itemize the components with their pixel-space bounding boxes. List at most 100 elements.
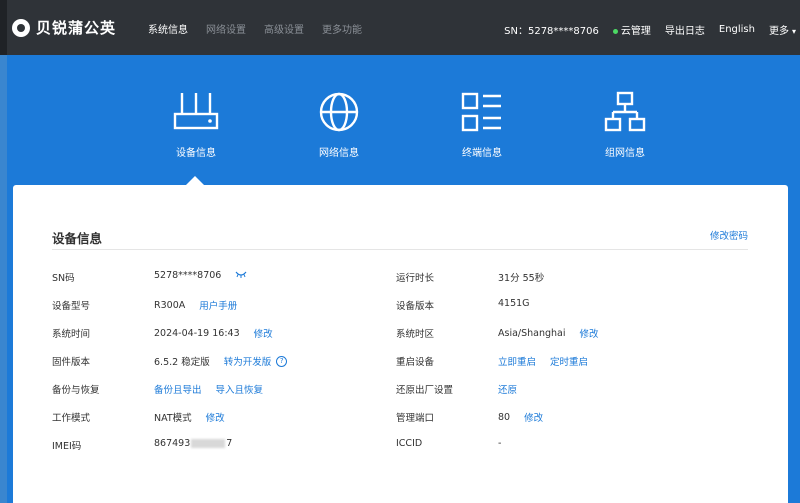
- backup-value-row: 备份且导出 导入且恢复: [154, 382, 263, 396]
- edit-timezone-link[interactable]: 修改: [580, 326, 599, 340]
- tab-networking-info[interactable]: 组网信息: [580, 90, 670, 159]
- mgmt-port-value-row: 80 修改: [498, 410, 543, 425]
- device-info-panel: 设备信息 修改密码 SN码 5278****8706 设备型号 R300A 用户…: [13, 185, 788, 503]
- network-tree-icon: [604, 91, 646, 132]
- sn-value-row: 5278****8706: [154, 270, 247, 281]
- tab-device-info[interactable]: 设备信息: [151, 90, 241, 159]
- nav-system-info[interactable]: 系统信息: [148, 21, 188, 36]
- tab-network-info[interactable]: 网络信息: [294, 90, 384, 159]
- time-row: 系统时间: [52, 326, 90, 340]
- redacted-block: [191, 439, 226, 448]
- cloud-label: 云管理: [620, 26, 651, 37]
- tab-device-info-label: 设备信息: [176, 148, 216, 159]
- dev-version-value: 4151G: [498, 298, 530, 309]
- backup-label: 备份与恢复: [52, 385, 100, 396]
- imei-label: IMEI码: [52, 441, 82, 452]
- list-icon: [461, 92, 501, 132]
- mode-label: 工作模式: [52, 413, 91, 424]
- edit-port-link[interactable]: 修改: [524, 410, 543, 424]
- timezone-row: 系统时区: [396, 326, 434, 340]
- iccid-value: -: [498, 438, 502, 449]
- tab-terminal-info-label: 终端信息: [462, 148, 502, 159]
- panel-divider: [52, 249, 748, 250]
- brand-logo[interactable]: 贝锐蒲公英: [12, 17, 116, 38]
- sn-value: 5278****8706: [154, 270, 222, 281]
- dev-version-row: 设备版本: [396, 298, 434, 312]
- time-value: 2024-04-19 16:43: [154, 327, 240, 339]
- router-icon: [173, 93, 219, 130]
- timezone-value-row: Asia/Shanghai 修改: [498, 326, 599, 341]
- dev-version-value-row: 4151G: [498, 298, 530, 309]
- factory-reset-link[interactable]: 还原: [498, 382, 517, 396]
- firmware-value-row: 6.5.2 稳定版 转为开发版 ?: [154, 354, 288, 368]
- firmware-row: 固件版本: [52, 354, 90, 368]
- tab-networking-info-label: 组网信息: [605, 148, 645, 159]
- timezone-value: Asia/Shanghai: [498, 327, 566, 339]
- mode-value-row: NAT模式 修改: [154, 410, 225, 424]
- switch-to-dev-link[interactable]: 转为开发版: [224, 354, 272, 368]
- logo-icon: [12, 18, 30, 37]
- sn-label: SN码: [52, 273, 75, 284]
- help-icon[interactable]: ?: [276, 355, 288, 367]
- serial-number: SN：5278****8706: [504, 26, 599, 37]
- logo-text: 贝锐蒲公英: [36, 19, 117, 37]
- model-row: 设备型号: [52, 298, 90, 312]
- scheduled-reboot-link[interactable]: 定时重启: [550, 354, 588, 368]
- user-manual-link[interactable]: 用户手册: [199, 298, 237, 312]
- uptime-value: 31分 55秒: [498, 273, 545, 284]
- nav-advanced-settings[interactable]: 高级设置: [264, 21, 304, 36]
- imei-row: IMEI码: [52, 438, 81, 452]
- header-right-menu: SN：5278****8706 云管理 导出日志 English 更多 ▾: [504, 22, 796, 37]
- mode-value: NAT模式: [154, 413, 192, 424]
- factory-reset-row: 还原出厂设置: [396, 382, 453, 396]
- mgmt-port-row: 管理端口: [396, 410, 434, 424]
- tab-terminal-info[interactable]: 终端信息: [437, 90, 527, 159]
- imei-value-prefix: 867493: [154, 438, 191, 449]
- reboot-now-link[interactable]: 立即重启: [498, 354, 536, 368]
- export-log-link[interactable]: 导出日志: [665, 22, 705, 37]
- mgmt-port-value: 80: [498, 411, 511, 423]
- tab-network-info-label: 网络信息: [319, 148, 359, 159]
- edit-mode-link[interactable]: 修改: [206, 410, 225, 424]
- time-value-row: 2024-04-19 16:43 修改: [154, 326, 273, 341]
- sn-row: SN码: [52, 270, 75, 284]
- uptime-label: 运行时长: [396, 273, 435, 284]
- info-tabs: 设备信息 网络信息 终端信息 组网信息: [0, 90, 800, 170]
- import-restore-link[interactable]: 导入且恢复: [216, 382, 264, 396]
- panel-title: 设备信息: [52, 231, 103, 246]
- mode-row: 工作模式: [52, 410, 90, 424]
- uptime-row: 运行时长: [396, 270, 434, 284]
- window-edge: [0, 0, 7, 55]
- model-value-row: R300A 用户手册: [154, 298, 237, 313]
- uptime-value-row: 31分 55秒: [498, 270, 544, 284]
- imei-value-row: 867493 7: [154, 438, 232, 449]
- iccid-row: ICCID: [396, 438, 422, 449]
- factory-reset-value-row: 还原: [498, 382, 517, 396]
- globe-icon: [319, 92, 359, 132]
- backup-row: 备份与恢复: [52, 382, 100, 396]
- nav-network-settings[interactable]: 网络设置: [206, 21, 246, 36]
- chevron-down-icon: ▾: [791, 27, 796, 36]
- iccid-label: ICCID: [396, 438, 423, 449]
- firmware-label: 固件版本: [52, 357, 91, 368]
- more-menu[interactable]: 更多 ▾: [769, 22, 796, 37]
- dev-version-label: 设备版本: [396, 301, 435, 312]
- reboot-row: 重启设备: [396, 354, 434, 368]
- model-value: R300A: [154, 299, 186, 311]
- active-tab-pointer: [186, 176, 204, 185]
- firmware-value: 6.5.2 稳定版: [154, 357, 210, 368]
- mgmt-port-label: 管理端口: [396, 413, 435, 424]
- more-label: 更多: [768, 26, 789, 37]
- nav-more-features[interactable]: 更多功能: [322, 21, 362, 36]
- language-switch[interactable]: English: [719, 24, 755, 35]
- main-nav: 系统信息 网络设置 高级设置 更多功能: [148, 21, 362, 36]
- status-dot-icon: [612, 28, 618, 34]
- backup-export-link[interactable]: 备份且导出: [154, 382, 202, 396]
- change-password-link[interactable]: 修改密码: [710, 228, 748, 242]
- reboot-value-row: 立即重启 定时重启: [498, 354, 588, 368]
- cloud-management-link[interactable]: 云管理: [612, 22, 651, 37]
- top-navigation-bar: 贝锐蒲公英 系统信息 网络设置 高级设置 更多功能 SN：5278****870…: [0, 0, 800, 55]
- edit-time-link[interactable]: 修改: [254, 326, 273, 340]
- eye-toggle-icon[interactable]: [235, 271, 247, 281]
- iccid-value-row: -: [498, 438, 501, 449]
